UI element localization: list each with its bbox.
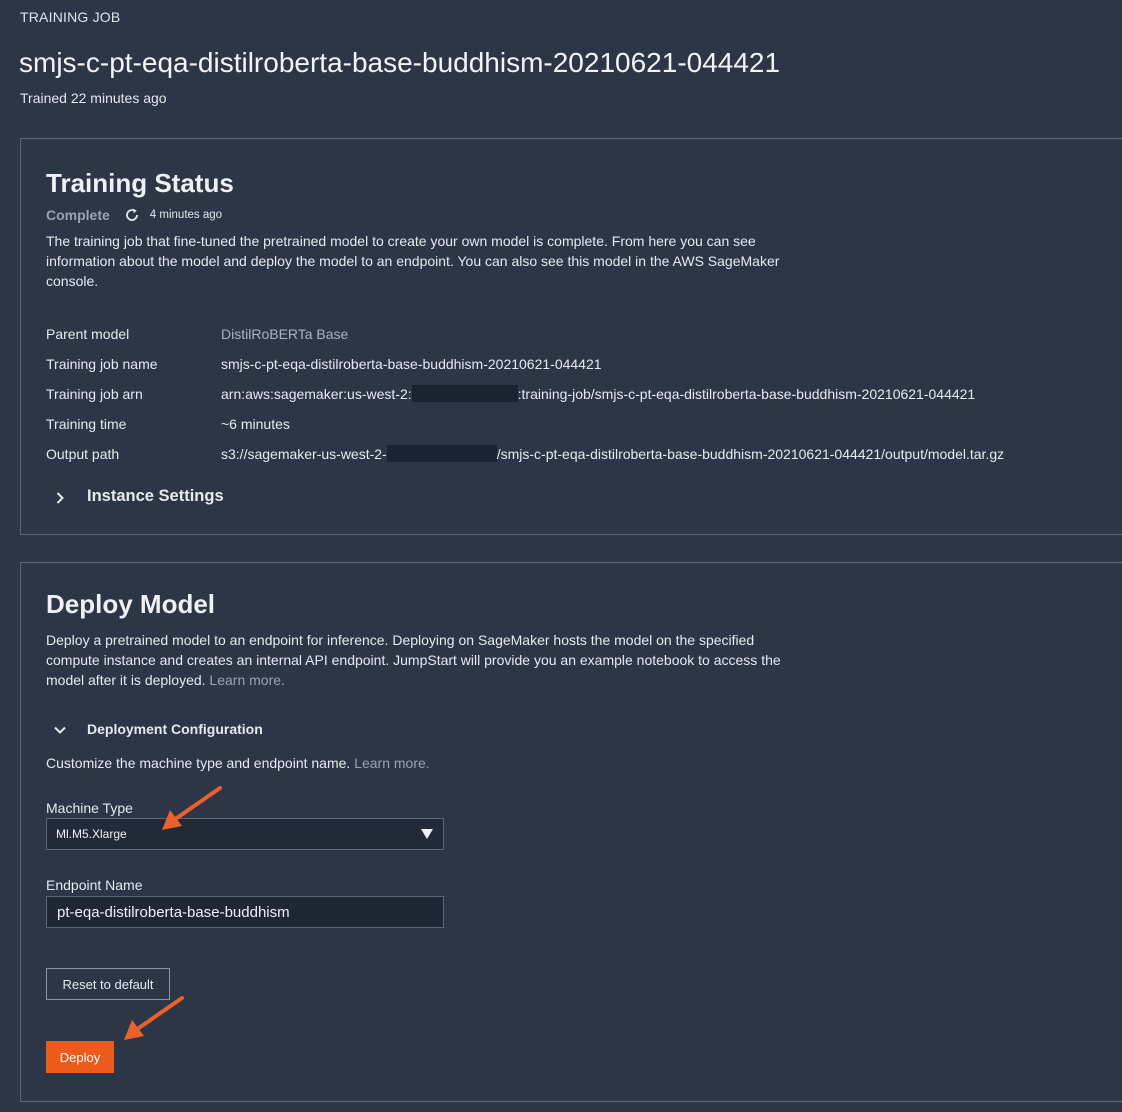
instance-settings-toggle[interactable]: Instance Settings xyxy=(54,487,224,506)
detail-key: Training job arn xyxy=(46,386,143,402)
deployment-configuration-toggle[interactable]: Deployment Configuration xyxy=(54,721,263,737)
deploy-button[interactable]: Deploy xyxy=(46,1041,114,1073)
deploy-model-title: Deploy Model xyxy=(46,589,216,619)
refresh-icon[interactable] xyxy=(124,207,140,223)
machine-type-select[interactable]: Ml.M5.Xlarge xyxy=(46,818,444,850)
output-suffix: /smjs-c-pt-eqa-distilroberta-base-buddhi… xyxy=(496,446,1005,462)
trained-timestamp: Trained 22 minutes ago xyxy=(20,90,167,106)
arn-prefix: arn:aws:sagemaker:us-west-2: xyxy=(221,386,412,402)
deploy-description-text: Deploy a pretrained model to an endpoint… xyxy=(46,632,781,688)
customize-text: Customize the machine type and endpoint … xyxy=(46,755,430,771)
endpoint-name-input[interactable] xyxy=(46,896,444,928)
page-title: smjs-c-pt-eqa-distilroberta-base-buddhis… xyxy=(19,47,781,78)
learn-more-link[interactable]: Learn more. xyxy=(209,672,284,688)
training-status-title: Training Status xyxy=(46,168,234,198)
redacted-account-id xyxy=(386,445,497,462)
training-status-description: The training job that fine-tuned the pre… xyxy=(46,233,780,289)
deploy-model-description: Deploy a pretrained model to an endpoint… xyxy=(46,630,806,690)
redacted-account-id xyxy=(411,385,518,402)
machine-type-label: Machine Type xyxy=(46,800,133,816)
training-status-panel: Training Status Complete 4 minutes ago T… xyxy=(20,138,1122,535)
detail-key: Training time xyxy=(46,416,127,432)
customize-text-body: Customize the machine type and endpoint … xyxy=(46,755,351,771)
detail-value: s3://sagemaker-us-west-2- /smjs-c-pt-eqa-… xyxy=(221,444,1004,464)
dropdown-caret-icon xyxy=(421,829,433,839)
output-prefix: s3://sagemaker-us-west-2- xyxy=(221,446,387,462)
detail-key: Training job name xyxy=(46,356,158,372)
arn-suffix: :training-job/smjs-c-pt-eqa-distilrobert… xyxy=(517,386,976,402)
chevron-down-icon xyxy=(54,723,66,735)
status-line: Complete 4 minutes ago xyxy=(46,207,222,223)
detail-key: Parent model xyxy=(46,326,130,342)
annotation-arrow-machine-type xyxy=(162,786,222,830)
detail-key: Output path xyxy=(46,446,120,462)
page-eyebrow: TRAINING JOB xyxy=(20,9,121,25)
deployment-configuration-label: Deployment Configuration xyxy=(87,721,263,737)
machine-type-value: Ml.M5.Xlarge xyxy=(56,827,127,841)
status-updated-time: 4 minutes ago xyxy=(149,209,223,221)
parent-model-link[interactable]: DistilRoBERTa Base xyxy=(221,324,348,344)
chevron-right-icon xyxy=(54,491,66,504)
detail-value: ~6 minutes xyxy=(221,416,290,432)
endpoint-name-label: Endpoint Name xyxy=(46,877,143,893)
detail-value: smjs-c-pt-eqa-distilroberta-base-buddhis… xyxy=(221,356,602,372)
annotation-arrow-deploy xyxy=(124,996,184,1040)
instance-settings-label: Instance Settings xyxy=(87,487,224,505)
status-badge: Complete xyxy=(46,207,110,223)
detail-value: arn:aws:sagemaker:us-west-2: :training-jo… xyxy=(221,384,975,404)
customize-learn-more-link[interactable]: Learn more. xyxy=(354,755,429,771)
